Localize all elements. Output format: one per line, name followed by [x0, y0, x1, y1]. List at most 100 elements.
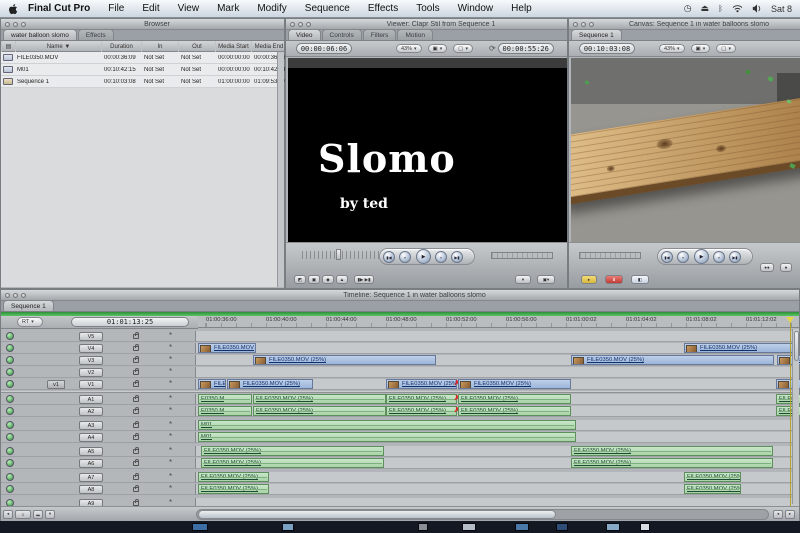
timeline-clip[interactable]: FILE0350.MOV (25%) — [458, 406, 571, 416]
timeline-clip[interactable]: FILE0350.MOV (25%) — [386, 394, 457, 404]
timeline-vscrollbar[interactable] — [792, 329, 799, 504]
window-buttons[interactable] — [1, 22, 30, 27]
minimize-button[interactable] — [298, 22, 303, 27]
zoom-button[interactable] — [21, 22, 26, 27]
timeline-hscrollbar[interactable] — [196, 509, 769, 520]
canvas-aux-button[interactable]: ● — [780, 263, 792, 272]
apple-icon[interactable] — [8, 3, 19, 15]
lock-icon[interactable] — [133, 397, 139, 402]
menu-item-mark[interactable]: Mark — [208, 3, 248, 14]
timeline-clip[interactable]: E0350.M — [198, 406, 252, 416]
timeline-clip[interactable]: FILE0350.MOV (25%) — [253, 355, 436, 365]
track-lane-a3[interactable]: M01 — [196, 420, 799, 431]
autoselect-icon[interactable]: * — [169, 458, 172, 467]
timeline-options-button[interactable]: ◂ — [3, 510, 13, 519]
timeline-clip[interactable]: FILE0350.MOV (25%) — [201, 458, 384, 468]
scroll-right-arrow[interactable]: ▸ — [785, 510, 795, 519]
track-visibility-toggle[interactable] — [6, 473, 14, 481]
track-label[interactable]: A8 — [79, 485, 103, 494]
timeline-clip[interactable]: FILE0350.MOV (25%) — [227, 379, 313, 389]
minimize-button[interactable] — [581, 22, 586, 27]
track-label[interactable]: A6 — [79, 459, 103, 468]
next-edit-button[interactable]: ▶▮ — [451, 251, 463, 263]
autoselect-icon[interactable]: * — [169, 343, 172, 352]
track-lane-v2[interactable] — [196, 367, 799, 378]
window-buttons[interactable] — [286, 22, 315, 27]
menu-item-final-cut-pro[interactable]: Final Cut Pro — [19, 3, 99, 14]
menu-item-file[interactable]: File — [99, 3, 133, 14]
track-visibility-toggle[interactable] — [6, 395, 14, 403]
viewer-view-dropdown[interactable]: ▢ — [453, 44, 473, 53]
track-visibility-toggle[interactable] — [6, 368, 14, 376]
timeline-clip[interactable]: FILE0350.MOV — [198, 343, 256, 353]
track-lane-v4[interactable]: FILE0350.MOVFILE0350.MOV (25%) — [196, 343, 799, 354]
menu-item-help[interactable]: Help — [502, 3, 541, 14]
timeline-clip[interactable]: M01 — [198, 432, 576, 442]
track-lane-a1[interactable]: E0350.MFILE0350.MOV (25%)FILE0350.MOV (2… — [196, 394, 799, 405]
column-header-out[interactable]: Out — [178, 41, 215, 52]
track-label[interactable]: V4 — [79, 344, 103, 353]
track-lane-a7[interactable]: FILE0350.MOV (25%)FILE0350.MOV (25%) — [196, 472, 799, 483]
lock-icon[interactable] — [133, 409, 139, 414]
track-visibility-toggle[interactable] — [6, 356, 14, 364]
autoselect-icon[interactable]: * — [169, 379, 172, 388]
track-label[interactable]: A1 — [79, 395, 103, 404]
autoselect-icon[interactable]: * — [169, 355, 172, 364]
track-lane-v3[interactable]: FILE0350.MOV (25%)FILE0350.MOV (25%)FILE… — [196, 355, 799, 366]
tab-project[interactable]: water balloon slomo — [3, 29, 77, 40]
autoselect-icon[interactable]: * — [169, 331, 172, 340]
timeline-clip[interactable]: FILE0350.MOV (25%) — [571, 355, 774, 365]
play-button[interactable]: ▶ — [694, 249, 709, 264]
canvas-playhead-sync-dropdown[interactable]: ▣ — [691, 44, 711, 53]
track-visibility-toggle[interactable] — [6, 380, 14, 388]
play-around-button[interactable]: » — [713, 251, 725, 263]
autoselect-icon[interactable]: * — [169, 367, 172, 376]
snapping-toggle[interactable]: ▾ — [45, 510, 55, 519]
lock-icon[interactable] — [133, 449, 139, 454]
tab-controls[interactable]: Controls — [322, 29, 362, 40]
track-lane-a4[interactable]: M01 — [196, 432, 799, 443]
track-lane-a6[interactable]: FILE0350.MOV (25%)FILE0350.MOV (25%) — [196, 458, 799, 469]
track-label[interactable]: A5 — [79, 447, 103, 456]
track-label[interactable]: V1 — [79, 380, 103, 389]
vscroll-thumb[interactable] — [794, 331, 799, 361]
viewer-video-frame[interactable]: Slomo by ted — [288, 58, 567, 251]
menu-item-effects[interactable]: Effects — [359, 3, 407, 14]
track-visibility-toggle[interactable] — [6, 433, 14, 441]
lock-icon[interactable] — [133, 475, 139, 480]
track-lane-a8[interactable]: FILE0350.MOV (25%)FILE0350.MOV (25%) — [196, 484, 799, 495]
menu-item-tools[interactable]: Tools — [407, 3, 448, 14]
track-visibility-toggle[interactable] — [6, 421, 14, 429]
playhead[interactable] — [786, 317, 794, 323]
track-label[interactable]: V2 — [79, 368, 103, 377]
generator-dropdown[interactable]: ▣▾ — [537, 275, 555, 284]
table-row[interactable]: M0100:10:42:15Not SetNot Set00:00:00:000… — [1, 64, 277, 76]
zoom-button[interactable] — [306, 22, 311, 27]
viewer-playhead-sync-dropdown[interactable]: ▣ — [428, 44, 448, 53]
timeline-clip[interactable]: FILE — [198, 379, 226, 389]
timeline-clip[interactable]: FILE0350.MOV (25%) — [386, 406, 457, 416]
lock-icon[interactable] — [133, 382, 139, 387]
overwrite-edit-button[interactable]: ⬇ — [605, 275, 623, 284]
track-lane-a5[interactable]: FILE0350.MOV (25%)FILE0350.MOV (25%) — [196, 446, 799, 457]
autoselect-icon[interactable]: * — [169, 472, 172, 481]
timeline-clip[interactable]: FILE0350.MOV (25%) — [684, 472, 741, 482]
autoselect-icon[interactable]: * — [169, 484, 172, 493]
tab-effects[interactable]: Effects — [78, 29, 114, 40]
play-around-button[interactable]: » — [435, 251, 447, 263]
tab-motion[interactable]: Motion — [397, 29, 433, 40]
wifi-icon[interactable] — [732, 4, 743, 13]
lock-icon[interactable] — [133, 334, 139, 339]
lock-icon[interactable] — [133, 461, 139, 466]
play-button[interactable]: ▶ — [416, 249, 431, 264]
add-marker-button[interactable]: ▲ — [336, 275, 348, 284]
track-visibility-toggle[interactable] — [6, 344, 14, 352]
track-label[interactable]: A2 — [79, 407, 103, 416]
track-visibility-toggle[interactable] — [6, 332, 14, 340]
jog-control[interactable] — [302, 251, 382, 259]
canvas-aux-button[interactable]: ●● — [760, 263, 774, 272]
track-label[interactable]: A4 — [79, 433, 103, 442]
timeline-clip[interactable]: M01 — [198, 420, 576, 430]
play-in-to-out-button[interactable]: « — [677, 251, 689, 263]
lock-icon[interactable] — [133, 370, 139, 375]
